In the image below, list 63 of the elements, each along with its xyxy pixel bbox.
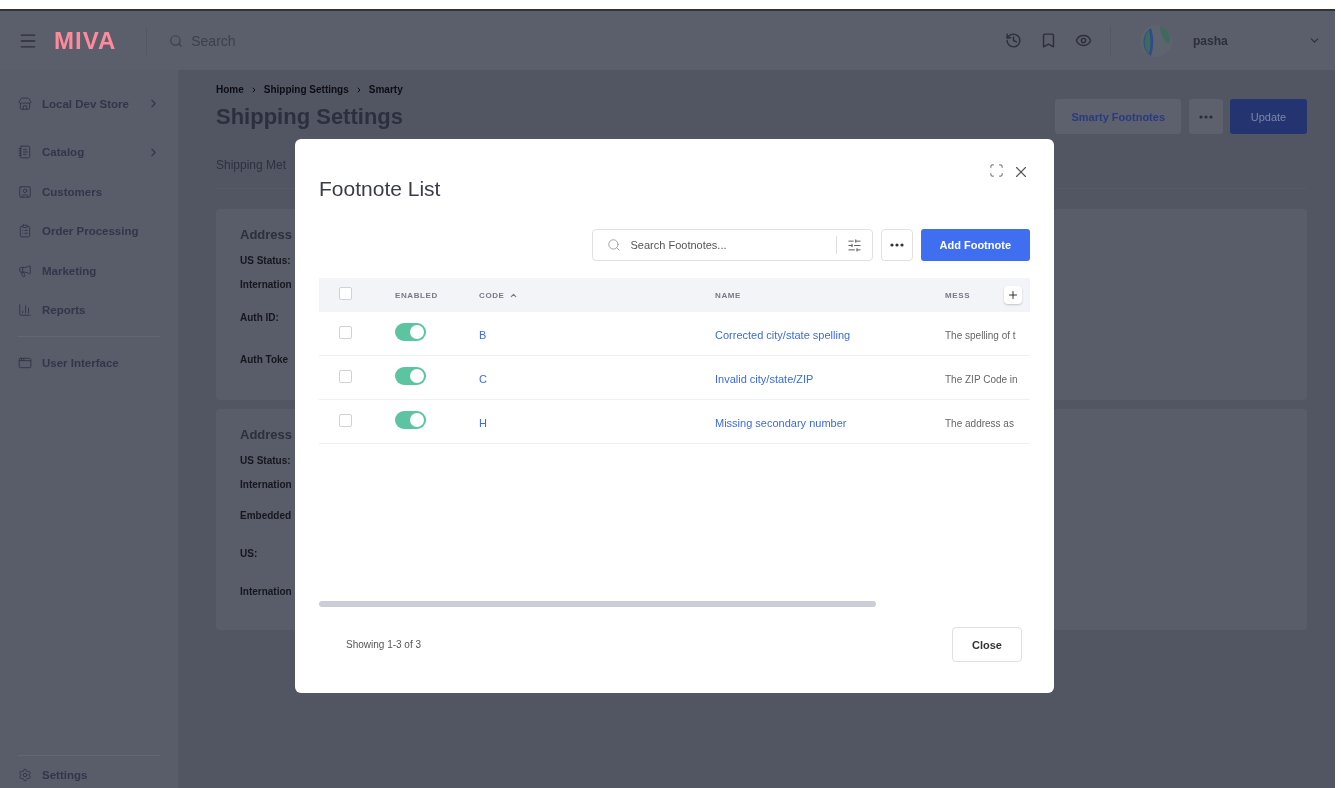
more-icon <box>1199 114 1213 119</box>
eye-icon[interactable] <box>1075 32 1092 49</box>
footnote-title-link[interactable]: Missing secondary number <box>715 416 847 429</box>
field-label: US: <box>240 546 258 561</box>
row-checkbox[interactable] <box>339 413 352 427</box>
history-icon[interactable] <box>1005 32 1022 49</box>
more-icon <box>889 243 904 247</box>
breadcrumb-link[interactable]: Shipping Settings <box>263 84 349 95</box>
pagination-status: Showing 1-3 of 3 <box>346 639 422 650</box>
table-cell: The spelling of t <box>945 329 1016 341</box>
expand-icon <box>989 163 1004 178</box>
user-card-icon <box>18 184 32 199</box>
more-button[interactable] <box>1189 99 1223 134</box>
filter-icon[interactable] <box>846 237 862 253</box>
search-icon <box>606 238 621 252</box>
settings-icon <box>18 768 32 782</box>
search-input[interactable]: Search Footnotes... <box>630 239 826 251</box>
field-label: US Status: <box>240 253 291 268</box>
footnote-code-link[interactable]: H <box>479 416 487 429</box>
field-label: Embedded <box>240 508 292 523</box>
select-all-checkbox[interactable] <box>339 287 352 300</box>
store-icon <box>18 96 32 111</box>
update-button[interactable]: Update <box>1230 99 1307 134</box>
column-header[interactable]: CODE <box>479 290 715 300</box>
horizontal-scrollbar[interactable] <box>319 601 876 607</box>
expand-button[interactable] <box>989 163 1004 178</box>
table-cell: The ZIP Code in <box>945 373 1018 385</box>
add-footnote-button[interactable]: Add Footnote <box>920 229 1030 261</box>
more-button[interactable] <box>880 229 913 261</box>
enabled-toggle[interactable] <box>395 322 426 341</box>
field-label: Internation <box>240 477 292 492</box>
enabled-toggle[interactable] <box>395 410 426 429</box>
search-field[interactable]: Search Footnotes... <box>591 229 873 261</box>
bar-chart-icon <box>18 303 32 318</box>
column-header[interactable]: ENABLED <box>395 290 479 300</box>
close-button[interactable]: Close <box>952 627 1022 662</box>
table-cell: The address as <box>945 417 1014 429</box>
search-icon <box>169 33 184 48</box>
plus-icon <box>1007 289 1019 301</box>
dialog-title: Footnote List <box>319 177 442 201</box>
row-checkbox[interactable] <box>339 325 352 339</box>
megaphone-icon <box>18 263 32 278</box>
clipboard-icon <box>18 224 32 239</box>
bookmark-icon[interactable] <box>1040 32 1057 49</box>
footnote-title-link[interactable]: Invalid city/state/ZIP <box>715 372 814 385</box>
field-label: Internation <box>240 584 292 599</box>
footnote-code-link[interactable]: B <box>479 328 487 341</box>
footnote-title-link[interactable]: Corrected city/state spelling <box>715 328 851 341</box>
window-icon <box>18 355 32 370</box>
column-header[interactable]: NAME <box>715 290 945 300</box>
notebook-icon <box>18 145 32 160</box>
field-label: Auth ID: <box>240 310 279 325</box>
field-label: Internation <box>240 277 292 292</box>
enabled-toggle[interactable] <box>395 366 426 385</box>
breadcrumb-link[interactable]: Home <box>216 84 244 95</box>
footnote-code-link[interactable]: C <box>479 372 487 385</box>
row-checkbox[interactable] <box>339 369 352 383</box>
logo: MIVA <box>54 26 117 55</box>
field-label: US Status: <box>240 453 291 468</box>
column-header[interactable]: MESS <box>945 290 971 300</box>
field-label: Auth Toke <box>240 352 289 367</box>
breadcrumb-link[interactable]: Smarty <box>368 84 403 95</box>
add-column-button[interactable] <box>1004 286 1022 304</box>
